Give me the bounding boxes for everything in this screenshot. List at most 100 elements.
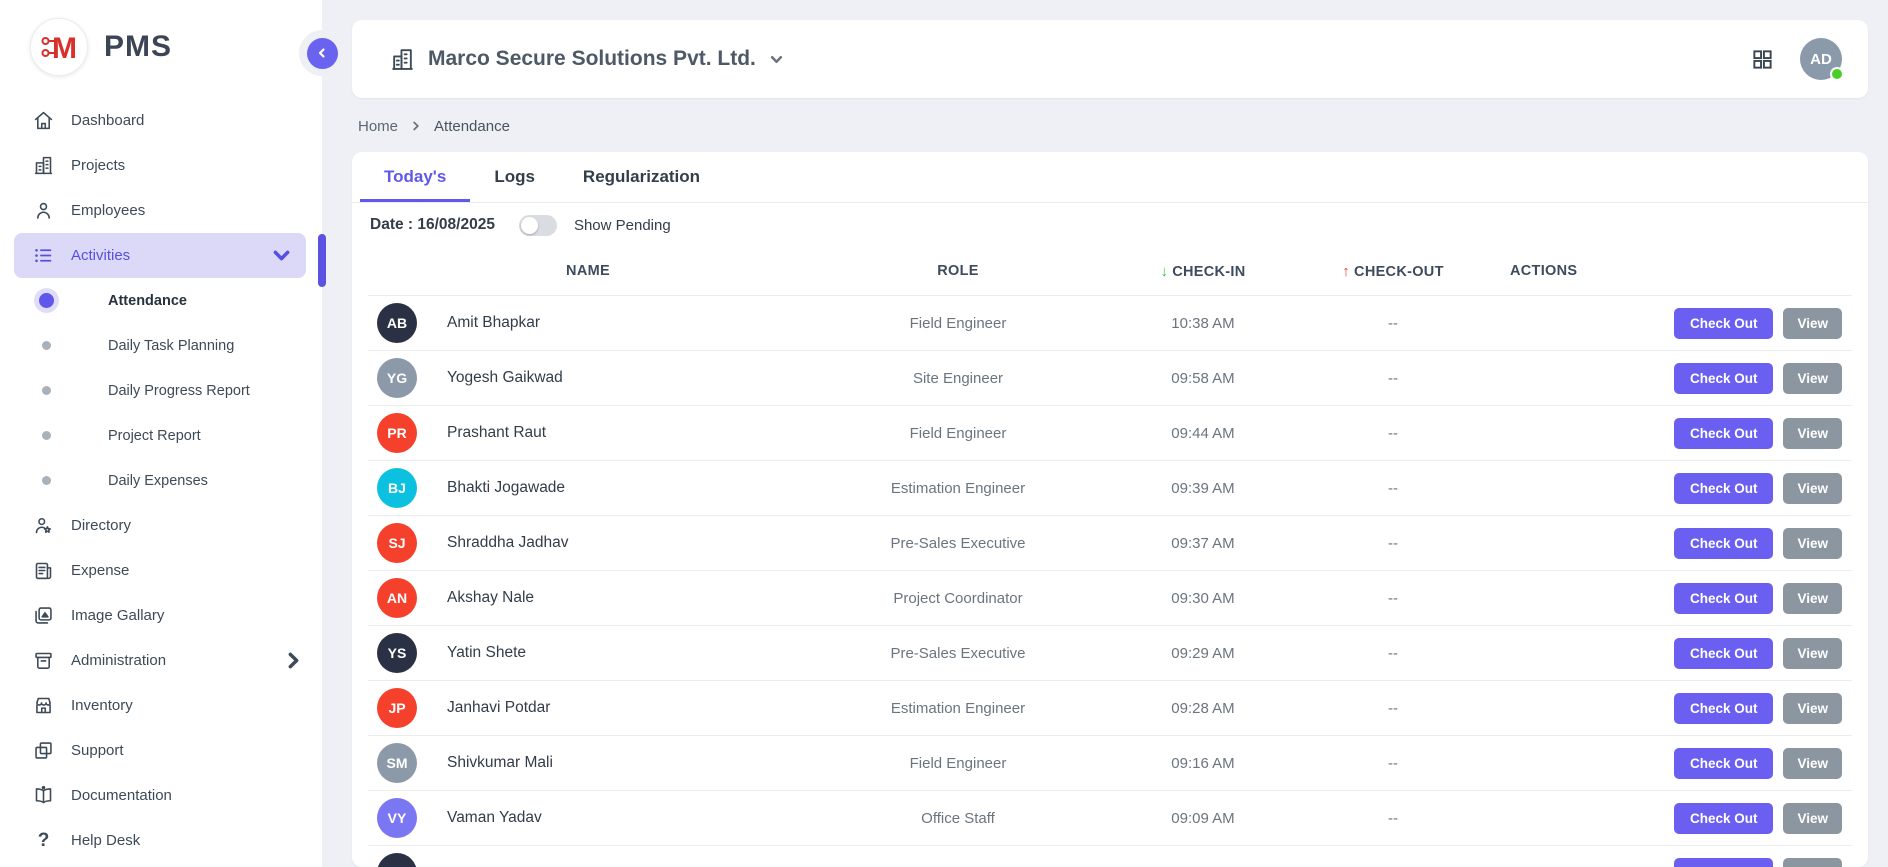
sidebar-subitem-daily-progress-report[interactable]: Daily Progress Report	[0, 368, 322, 413]
check-out-time: --	[1298, 370, 1488, 387]
company-selector[interactable]: Marco Secure Solutions Pvt. Ltd.	[390, 47, 784, 72]
view-button[interactable]: View	[1783, 583, 1842, 614]
check-out-button[interactable]: Check Out	[1674, 308, 1774, 339]
sidebar-item-inventory[interactable]: Inventory	[0, 683, 322, 728]
check-out-button[interactable]: Check Out	[1674, 748, 1774, 779]
sidebar-subitem-label: Daily Progress Report	[108, 383, 250, 399]
actions-cell: Check Out View	[1488, 363, 1852, 394]
sidebar-item-projects[interactable]: Projects	[0, 143, 322, 188]
sidebar-subitem-project-report[interactable]: Project Report	[0, 413, 322, 458]
view-button[interactable]: View	[1783, 748, 1842, 779]
employee-role: Office Staff	[808, 810, 1108, 827]
view-button[interactable]: View	[1783, 693, 1842, 724]
user-avatar[interactable]: AD	[1800, 38, 1842, 80]
table-row: YS Yatin Shete Pre-Sales Executive 09:29…	[368, 625, 1852, 680]
sidebar-item-label: Projects	[71, 157, 125, 174]
check-in-time: 09:39 AM	[1108, 480, 1298, 497]
sidebar-item-documentation[interactable]: Documentation	[0, 773, 322, 818]
avatar: SM	[377, 743, 417, 783]
check-out-button[interactable]: Check Out	[1674, 803, 1774, 834]
tab-todays[interactable]: Today's	[360, 152, 470, 202]
sidebar-item-label: Administration	[71, 652, 166, 669]
sidebar-item-support[interactable]: Support	[0, 728, 322, 773]
sidebar-subitem-attendance[interactable]: Attendance	[0, 278, 322, 323]
show-pending-toggle[interactable]	[519, 215, 557, 236]
sidebar-subitem-daily-task-planning[interactable]: Daily Task Planning	[0, 323, 322, 368]
view-button[interactable]: View	[1783, 528, 1842, 559]
apps-grid-icon[interactable]	[1751, 48, 1774, 71]
breadcrumb: Home Attendance	[358, 116, 1868, 136]
check-out-button[interactable]: Check Out	[1674, 418, 1774, 449]
view-button[interactable]: View	[1783, 473, 1842, 504]
breadcrumb-current: Attendance	[434, 118, 510, 135]
date-label: Date : 16/08/2025	[370, 216, 495, 234]
view-button[interactable]: View	[1783, 363, 1842, 394]
check-in-time: 10:38 AM	[1108, 315, 1298, 332]
bullet-dot-icon	[42, 476, 51, 485]
chevron-down-icon	[271, 245, 292, 266]
avatar-initials: AB	[387, 315, 407, 331]
sidebar-item-administration[interactable]: Administration	[0, 638, 322, 683]
check-out-button[interactable]: Check Out	[1674, 858, 1774, 867]
name-cell: PR Prashant Raut	[368, 413, 808, 453]
sidebar-item-employees[interactable]: Employees	[0, 188, 322, 233]
check-out-button[interactable]: Check Out	[1674, 693, 1774, 724]
sidebar-subitem-daily-expenses[interactable]: Daily Expenses	[0, 458, 322, 503]
check-out-button[interactable]: Check Out	[1674, 583, 1774, 614]
view-button[interactable]: View	[1783, 418, 1842, 449]
sidebar-collapse-wrap	[299, 30, 345, 76]
list-icon	[33, 245, 54, 266]
chevron-down-icon	[769, 52, 784, 67]
sidebar-item-dashboard[interactable]: Dashboard	[0, 98, 322, 143]
header-role[interactable]: ROLE	[808, 263, 1108, 279]
tab-logs[interactable]: Logs	[470, 152, 559, 202]
header-check-out[interactable]: ↑CHECK-OUT	[1298, 263, 1488, 280]
view-button[interactable]: View	[1783, 638, 1842, 669]
avatar-initials: PR	[387, 425, 406, 441]
name-cell: SJ Shraddha Jadhav	[368, 523, 808, 563]
employee-name: Akshay Nale	[447, 589, 534, 607]
employee-name: Bhakti Jogawade	[447, 479, 565, 497]
topbar-right: AD	[1751, 38, 1842, 80]
sidebar-item-image-gallery[interactable]: Image Gallary	[0, 593, 322, 638]
avatar-initials: BJ	[388, 480, 406, 496]
employee-role: Pre-Sales Executive	[808, 645, 1108, 662]
employee-name: Yogesh Gaikwad	[447, 369, 563, 387]
sidebar-subitem-label: Daily Expenses	[108, 473, 208, 489]
name-cell: JP Janhavi Potdar	[368, 688, 808, 728]
avatar: AB	[377, 303, 417, 343]
show-pending-label: Show Pending	[574, 217, 671, 234]
sidebar-item-label: Documentation	[71, 787, 172, 804]
name-cell: AN Akshay Nale	[368, 578, 808, 618]
check-out-button[interactable]: Check Out	[1674, 638, 1774, 669]
tab-regularization[interactable]: Regularization	[559, 152, 724, 202]
check-out-button[interactable]: Check Out	[1674, 363, 1774, 394]
check-out-button[interactable]: Check Out	[1674, 528, 1774, 559]
check-in-time: 09:29 AM	[1108, 645, 1298, 662]
check-out-time: --	[1298, 810, 1488, 827]
breadcrumb-home[interactable]: Home	[358, 118, 398, 135]
check-out-button[interactable]: Check Out	[1674, 473, 1774, 504]
view-button[interactable]: View	[1783, 858, 1842, 867]
filter-row: Date : 16/08/2025 Show Pending	[352, 203, 1868, 247]
table-row: BJ Bhakti Jogawade Estimation Engineer 0…	[368, 460, 1852, 515]
main-area: Marco Secure Solutions Pvt. Ltd. AD Home…	[322, 0, 1888, 867]
check-in-time: 09:28 AM	[1108, 700, 1298, 717]
name-cell: BJ Bhakti Jogawade	[368, 468, 808, 508]
sidebar-item-expense[interactable]: Expense	[0, 548, 322, 593]
table-row: JP Janhavi Potdar Estimation Engineer 09…	[368, 680, 1852, 735]
name-cell: SM Shivkumar Mali	[368, 743, 808, 783]
sidebar-item-directory[interactable]: Directory	[0, 503, 322, 548]
header-check-in[interactable]: ↓CHECK-IN	[1108, 263, 1298, 280]
view-button[interactable]: View	[1783, 308, 1842, 339]
actions-cell: Check Out View	[1488, 803, 1852, 834]
employee-role: Estimation Engineer	[808, 700, 1108, 717]
sidebar-item-help-desk[interactable]: ? Help Desk	[0, 818, 322, 863]
check-out-time: --	[1298, 425, 1488, 442]
chevron-right-icon	[283, 650, 304, 671]
header-name[interactable]: NAME	[368, 263, 808, 279]
sidebar-item-activities[interactable]: Activities	[14, 233, 306, 278]
employee-name: Shraddha Jadhav	[447, 534, 569, 552]
sidebar-collapse-button[interactable]	[307, 38, 338, 69]
view-button[interactable]: View	[1783, 803, 1842, 834]
